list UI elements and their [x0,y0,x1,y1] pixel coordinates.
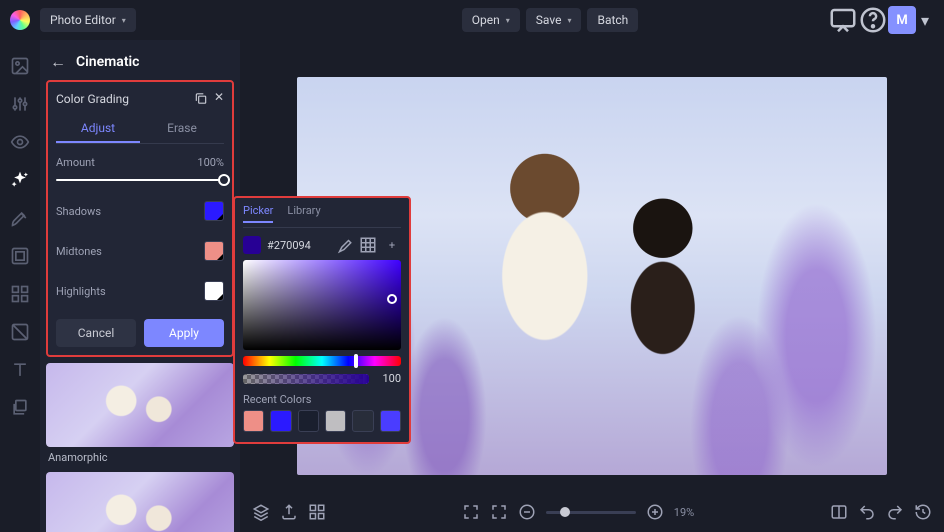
cancel-button[interactable]: Cancel [56,319,136,347]
redo-icon[interactable] [886,503,904,521]
highlights-label: Highlights [56,285,106,298]
sv-cursor[interactable] [387,294,397,304]
tool-effects-icon[interactable] [10,170,30,190]
chevron-down-icon: ▾ [567,16,571,25]
tool-retouch-icon[interactable] [10,322,30,342]
eyedropper-icon[interactable] [335,236,353,254]
current-color-swatch [243,236,261,254]
avatar[interactable]: M [888,6,916,34]
batch-button[interactable]: Batch [587,8,638,32]
batch-label: Batch [597,13,628,27]
preset-name: Anamorphic [46,447,234,468]
zoom-value: 19% [674,506,694,519]
compare-icon[interactable] [830,503,848,521]
tab-erase[interactable]: Erase [140,115,224,143]
chevron-down-icon: ▾ [122,16,126,25]
slider-thumb[interactable] [218,174,230,186]
recent-color-swatch[interactable] [352,410,373,432]
zoom-out-icon[interactable] [518,503,536,521]
save-button[interactable]: Save ▾ [526,8,582,32]
open-button[interactable]: Open ▾ [462,8,520,32]
add-color-icon[interactable]: + [383,236,401,254]
app-logo[interactable] [10,10,30,30]
preset-thumbnail [46,363,234,447]
chevron-down-icon: ▾ [506,16,510,25]
tool-adjust-icon[interactable] [10,94,30,114]
midtones-swatch[interactable] [204,241,224,261]
zoom-slider[interactable] [546,511,636,514]
tab-adjust[interactable]: Adjust [56,115,140,143]
hex-value[interactable]: #270094 [267,239,329,252]
tab-picker[interactable]: Picker [243,204,273,223]
fit-icon[interactable] [490,503,508,521]
comments-icon[interactable] [828,5,858,35]
history-icon[interactable] [914,503,932,521]
recent-color-swatch[interactable] [298,410,319,432]
recent-color-swatch[interactable] [270,410,291,432]
app-dropdown[interactable]: Photo Editor ▾ [40,8,136,32]
preset-anamorphic[interactable]: Anamorphic [46,363,234,468]
midtones-label: Midtones [56,245,102,258]
color-grading-panel: Color Grading ✕ Adjust Erase Amount 100%… [46,80,234,357]
panel-category-title: Cinematic [76,54,139,70]
tool-brush-icon[interactable] [10,208,30,228]
back-arrow-icon[interactable]: ← [50,52,66,72]
tab-library[interactable]: Library [287,204,320,223]
recent-color-swatch[interactable] [325,410,346,432]
amount-label: Amount [56,156,95,169]
copy-icon[interactable] [194,90,208,107]
alpha-value: 100 [375,372,401,385]
account-chevron-down-icon[interactable]: ▾ [916,5,934,35]
amount-slider[interactable] [56,179,224,181]
export-icon[interactable] [280,503,298,521]
save-label: Save [536,13,562,27]
app-dropdown-label: Photo Editor [50,13,116,27]
tool-image-icon[interactable] [10,56,30,76]
shadows-label: Shadows [56,205,101,218]
apply-button[interactable]: Apply [144,319,224,347]
layers-icon[interactable] [252,503,270,521]
hue-thumb[interactable] [354,354,358,368]
tool-elements-icon[interactable] [10,284,30,304]
hue-slider[interactable] [243,356,401,366]
panel-title: Color Grading [56,92,129,106]
preset-thumbnail [46,472,234,532]
zoom-thumb[interactable] [560,507,570,517]
color-picker-popup: Picker Library #270094 + 100 Recent Colo… [233,196,411,444]
help-icon[interactable] [858,5,888,35]
tool-eye-icon[interactable] [10,132,30,152]
amount-value: 100% [197,156,224,169]
alpha-thumb[interactable] [363,374,367,384]
undo-icon[interactable] [858,503,876,521]
fullscreen-icon[interactable] [462,503,480,521]
tool-frame-icon[interactable] [10,246,30,266]
tool-layers-icon[interactable] [10,398,30,418]
saturation-value-field[interactable] [243,260,401,350]
recent-color-swatch[interactable] [380,410,401,432]
recent-colors-label: Recent Colors [243,393,401,406]
zoom-in-icon[interactable] [646,503,664,521]
preset-lens-distortion[interactable]: Lens Distortion [46,472,234,532]
recent-color-swatch[interactable] [243,410,264,432]
close-icon[interactable]: ✕ [214,90,224,107]
tool-text-icon[interactable] [10,360,30,380]
palette-grid-icon[interactable] [359,236,377,254]
highlights-swatch[interactable] [204,281,224,301]
grid-icon[interactable] [308,503,326,521]
shadows-swatch[interactable] [204,201,224,221]
recent-colors [243,410,401,432]
alpha-slider[interactable] [243,374,369,384]
open-label: Open [472,13,500,27]
